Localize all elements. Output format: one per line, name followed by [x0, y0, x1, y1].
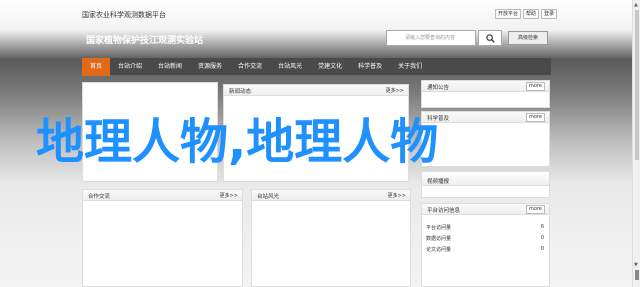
login-link[interactable]: 登录 — [541, 9, 558, 19]
scenery-panel-header: 台站风光 更多>> — [252, 190, 410, 201]
nav-resource-service[interactable]: 资源服务 — [190, 58, 230, 76]
stats-panel-header: 平台访问信息 more — [422, 204, 549, 215]
coop-more-link[interactable]: 更多>> — [220, 192, 238, 199]
video-panel-header: 视频播报 — [422, 175, 549, 186]
notice-panel-header: 通知公告 more — [422, 81, 549, 92]
notice-panel-title: 通知公告 — [427, 85, 450, 91]
video-panel-title: 视频播报 — [427, 179, 450, 185]
stats-row: 数据访问量 0 — [426, 235, 544, 242]
nav-station-news[interactable]: 台站新闻 — [150, 58, 190, 76]
science-panel: 科学普及 more — [421, 111, 550, 167]
stats-row-value: 0 — [540, 235, 544, 241]
news-panel-header: 新闻动态 更多>> — [224, 85, 408, 96]
main-nav: 首页 台站介绍 台站新闻 资源服务 合作交流 台站风光 党建文化 科学普及 关于… — [82, 57, 551, 76]
stats-row-label: 数据访问量 — [426, 236, 452, 242]
notice-more-button[interactable]: more — [526, 82, 545, 91]
stats-panel-title: 平台访问信息 — [427, 208, 461, 214]
video-panel: 视频播报 — [421, 171, 550, 198]
nav-scenery[interactable]: 台站风光 — [270, 58, 310, 76]
scenery-more-link[interactable]: 更多>> — [388, 192, 406, 199]
scroll-down-icon[interactable]: ▼ — [634, 262, 638, 268]
nav-station-intro[interactable]: 台站介绍 — [110, 58, 150, 76]
nav-about-us[interactable]: 关于我们 — [390, 58, 430, 76]
scroll-up-icon[interactable]: ▲ — [634, 2, 638, 8]
nav-cooperation[interactable]: 合作交流 — [230, 58, 270, 76]
stats-panel: 平台访问信息 more — [421, 203, 550, 287]
search-input[interactable]: 请输入您要查询的内容 — [386, 30, 476, 46]
news-panel-title: 新闻动态 — [229, 89, 252, 95]
overlay-headline: 地理人物,地理人物 — [36, 114, 439, 170]
coop-panel: 合作交流 更多>> — [82, 189, 243, 287]
open-platform-link[interactable]: 开放平台 — [495, 9, 522, 19]
stats-row-label: 平台访问量 — [426, 225, 452, 231]
search-icon — [485, 33, 495, 43]
stats-more-button[interactable]: more — [526, 205, 545, 214]
stats-row-label: 论文访问量 — [426, 247, 452, 253]
nav-home[interactable]: 首页 — [82, 57, 111, 76]
top-links: 开放平台 帮助 登录 — [495, 9, 558, 19]
stats-row: 论文访问量 0 — [426, 246, 544, 253]
site-title: 国家植物保护技江观测实验站 — [86, 36, 204, 46]
help-link[interactable]: 帮助 — [523, 9, 540, 19]
nav-science-popularization[interactable]: 科学普及 — [350, 58, 390, 76]
page-scrollbar[interactable]: ▲ ▼ — [632, 0, 640, 287]
stats-row-value: 0 — [540, 246, 544, 252]
scenery-panel-title: 台站风光 — [257, 194, 280, 200]
scenery-panel: 台站风光 更多>> — [251, 189, 411, 287]
search-button[interactable] — [478, 30, 502, 46]
stats-row-value: 6 — [540, 224, 544, 230]
news-more-link[interactable]: 更多>> — [386, 87, 404, 94]
nav-party-culture[interactable]: 党建文化 — [310, 58, 350, 76]
notice-panel: 通知公告 more — [421, 80, 550, 108]
stats-row: 平台访问量 6 — [426, 224, 544, 231]
science-more-button[interactable]: more — [526, 113, 545, 122]
coop-panel-title: 合作交流 — [88, 194, 111, 200]
scrollbar-thumb-secondary[interactable] — [635, 270, 639, 280]
advanced-search-button[interactable]: 高级检索 — [508, 31, 548, 45]
science-panel-header: 科学普及 more — [422, 112, 549, 123]
scrollbar-thumb[interactable] — [635, 10, 639, 160]
coop-panel-header: 合作交流 更多>> — [83, 190, 242, 201]
platform-name: 国家农业科学观测数据平台 — [82, 11, 166, 19]
